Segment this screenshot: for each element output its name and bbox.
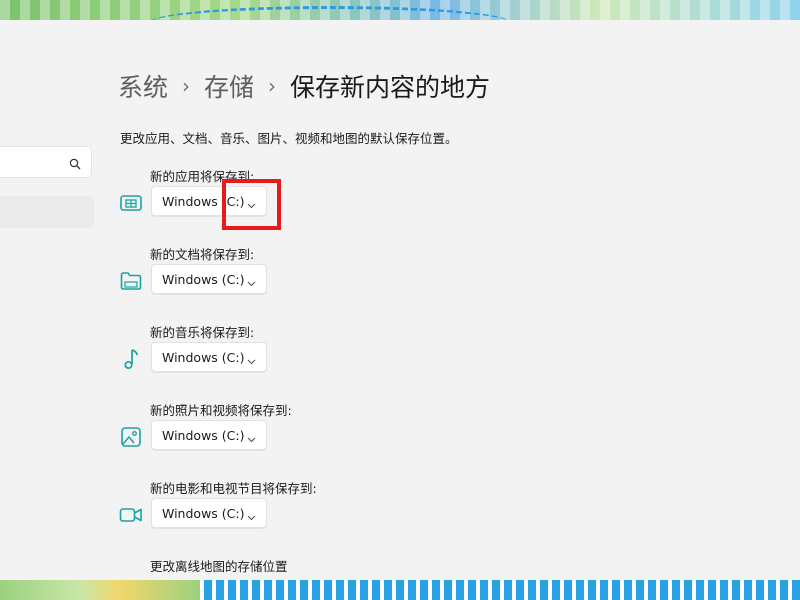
highlight-box — [222, 179, 281, 230]
search-input[interactable] — [0, 146, 92, 178]
setting-apps: 新的应用将保存到: Windows (C:) — [118, 166, 538, 232]
photos-location-dropdown[interactable]: Windows (C:) — [151, 420, 267, 450]
chevron-down-icon — [247, 353, 256, 368]
breadcrumb-system[interactable]: 系统 — [118, 68, 168, 104]
dropdown-value: Windows (C:) — [162, 349, 245, 365]
nav-item-selected[interactable] — [0, 196, 94, 228]
dropdown-value: Windows (C:) — [162, 271, 245, 287]
breadcrumb-separator: › — [268, 74, 277, 98]
music-location-dropdown[interactable]: Windows (C:) — [151, 342, 267, 372]
setting-photos-videos: 新的照片和视频将保存到: Windows (C:) — [118, 400, 538, 466]
movies-location-dropdown[interactable]: Windows (C:) — [151, 498, 267, 528]
breadcrumb-storage[interactable]: 存储 — [204, 68, 254, 104]
chevron-down-icon — [247, 509, 256, 524]
setting-movies-tv: 新的电影和电视节目将保存到: Windows (C:) — [118, 478, 538, 544]
page-title: 保存新内容的地方 — [290, 73, 491, 102]
app-window-icon — [118, 190, 144, 216]
dropdown-value: Windows (C:) — [162, 427, 245, 443]
dropdown-value: Windows (C:) — [162, 505, 245, 521]
setting-music: 新的音乐将保存到: Windows (C:) — [118, 322, 538, 388]
breadcrumb: 系统 › 存储 › 保存新内容的地方 — [118, 68, 490, 104]
video-camera-icon — [118, 502, 144, 528]
setting-label: 新的电影和电视节目将保存到: — [150, 481, 317, 496]
folder-icon — [118, 268, 144, 294]
breadcrumb-separator: › — [182, 74, 191, 98]
music-note-icon — [118, 346, 144, 372]
chevron-down-icon — [247, 275, 256, 290]
setting-documents: 新的文档将保存到: Windows (C:) — [118, 244, 538, 310]
offline-maps-label[interactable]: 更改离线地图的存储位置 — [150, 556, 288, 575]
picture-icon — [118, 424, 144, 450]
wallpaper-bottom — [0, 580, 800, 600]
setting-label: 新的音乐将保存到: — [150, 325, 255, 340]
setting-label: 新的照片和视频将保存到: — [150, 403, 292, 418]
documents-location-dropdown[interactable]: Windows (C:) — [151, 264, 267, 294]
search-icon — [69, 155, 81, 174]
wallpaper-top — [0, 0, 800, 22]
page-description: 更改应用、文档、音乐、图片、视频和地图的默认保存位置。 — [120, 131, 458, 146]
settings-window: 系统 › 存储 › 保存新内容的地方 更改应用、文档、音乐、图片、视频和地图的默… — [0, 20, 800, 580]
setting-label: 新的文档将保存到: — [150, 247, 255, 262]
chevron-down-icon — [247, 431, 256, 446]
